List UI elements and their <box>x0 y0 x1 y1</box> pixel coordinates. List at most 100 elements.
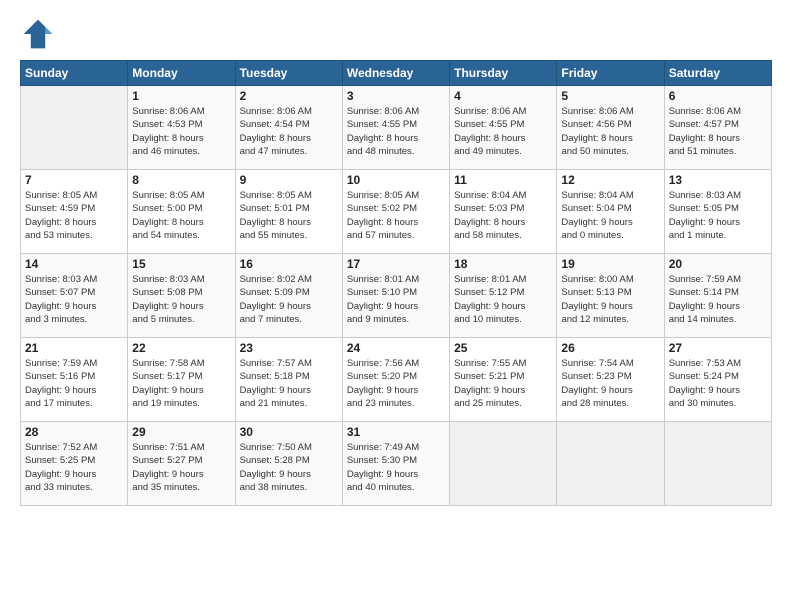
calendar-cell: 31 Sunrise: 7:49 AM Sunset: 5:30 PM Dayli… <box>342 422 449 506</box>
page: SundayMondayTuesdayWednesdayThursdayFrid… <box>0 0 792 612</box>
day-info: Sunrise: 8:06 AM Sunset: 4:57 PM Dayligh… <box>669 105 767 158</box>
day-info: Sunrise: 8:06 AM Sunset: 4:55 PM Dayligh… <box>454 105 552 158</box>
calendar-cell: 17 Sunrise: 8:01 AM Sunset: 5:10 PM Dayli… <box>342 254 449 338</box>
day-info: Sunrise: 8:03 AM Sunset: 5:05 PM Dayligh… <box>669 189 767 242</box>
day-info: Sunrise: 7:51 AM Sunset: 5:27 PM Dayligh… <box>132 441 230 494</box>
calendar-cell: 18 Sunrise: 8:01 AM Sunset: 5:12 PM Dayli… <box>450 254 557 338</box>
calendar-cell: 13 Sunrise: 8:03 AM Sunset: 5:05 PM Dayli… <box>664 170 771 254</box>
calendar-cell: 30Sunrise: 7:50 AM Sunset: 5:28 PM Dayli… <box>235 422 342 506</box>
logo-icon <box>20 16 56 52</box>
calendar-cell: 11Sunrise: 8:04 AM Sunset: 5:03 PM Dayli… <box>450 170 557 254</box>
day-info: Sunrise: 8:01 AM Sunset: 5:10 PM Dayligh… <box>347 273 445 326</box>
day-number: 16 <box>240 257 338 271</box>
calendar-cell: 20Sunrise: 7:59 AM Sunset: 5:14 PM Dayli… <box>664 254 771 338</box>
day-number: 27 <box>669 341 767 355</box>
day-number: 14 <box>25 257 123 271</box>
calendar-cell: 23 Sunrise: 7:57 AM Sunset: 5:18 PM Dayli… <box>235 338 342 422</box>
header-day-friday: Friday <box>557 61 664 86</box>
day-number: 3 <box>347 89 445 103</box>
day-number: 26 <box>561 341 659 355</box>
day-info: Sunrise: 8:05 AM Sunset: 5:00 PM Dayligh… <box>132 189 230 242</box>
calendar-cell: 27 Sunrise: 7:53 AM Sunset: 5:24 PM Dayli… <box>664 338 771 422</box>
header-day-tuesday: Tuesday <box>235 61 342 86</box>
calendar-cell: 12Sunrise: 8:04 AM Sunset: 5:04 PM Dayli… <box>557 170 664 254</box>
day-info: Sunrise: 8:06 AM Sunset: 4:55 PM Dayligh… <box>347 105 445 158</box>
calendar-cell: 16 Sunrise: 8:02 AM Sunset: 5:09 PM Dayli… <box>235 254 342 338</box>
day-info: Sunrise: 8:06 AM Sunset: 4:53 PM Dayligh… <box>132 105 230 158</box>
calendar-cell: 4 Sunrise: 8:06 AM Sunset: 4:55 PM Daylig… <box>450 86 557 170</box>
header-day-sunday: Sunday <box>21 61 128 86</box>
day-number: 8 <box>132 173 230 187</box>
calendar-cell <box>21 86 128 170</box>
day-info: Sunrise: 8:05 AM Sunset: 5:01 PM Dayligh… <box>240 189 338 242</box>
calendar-cell: 5 Sunrise: 8:06 AM Sunset: 4:56 PM Daylig… <box>557 86 664 170</box>
day-number: 15 <box>132 257 230 271</box>
week-row-5: 28 Sunrise: 7:52 AM Sunset: 5:25 PM Dayli… <box>21 422 772 506</box>
day-info: Sunrise: 7:54 AM Sunset: 5:23 PM Dayligh… <box>561 357 659 410</box>
day-info: Sunrise: 7:53 AM Sunset: 5:24 PM Dayligh… <box>669 357 767 410</box>
day-info: Sunrise: 7:58 AM Sunset: 5:17 PM Dayligh… <box>132 357 230 410</box>
day-info: Sunrise: 7:49 AM Sunset: 5:30 PM Dayligh… <box>347 441 445 494</box>
calendar-cell: 6 Sunrise: 8:06 AM Sunset: 4:57 PM Daylig… <box>664 86 771 170</box>
day-number: 23 <box>240 341 338 355</box>
logo <box>20 16 60 52</box>
day-info: Sunrise: 7:56 AM Sunset: 5:20 PM Dayligh… <box>347 357 445 410</box>
calendar-cell <box>664 422 771 506</box>
day-number: 1 <box>132 89 230 103</box>
calendar-cell: 29 Sunrise: 7:51 AM Sunset: 5:27 PM Dayli… <box>128 422 235 506</box>
day-info: Sunrise: 7:55 AM Sunset: 5:21 PM Dayligh… <box>454 357 552 410</box>
calendar-table: SundayMondayTuesdayWednesdayThursdayFrid… <box>20 60 772 506</box>
calendar-cell: 7Sunrise: 8:05 AM Sunset: 4:59 PM Daylig… <box>21 170 128 254</box>
week-row-4: 21 Sunrise: 7:59 AM Sunset: 5:16 PM Dayli… <box>21 338 772 422</box>
calendar-cell <box>450 422 557 506</box>
calendar-cell: 22 Sunrise: 7:58 AM Sunset: 5:17 PM Dayli… <box>128 338 235 422</box>
day-number: 22 <box>132 341 230 355</box>
calendar-cell <box>557 422 664 506</box>
day-info: Sunrise: 7:50 AM Sunset: 5:28 PM Dayligh… <box>240 441 338 494</box>
day-number: 21 <box>25 341 123 355</box>
day-number: 20 <box>669 257 767 271</box>
day-info: Sunrise: 8:06 AM Sunset: 4:56 PM Dayligh… <box>561 105 659 158</box>
day-info: Sunrise: 8:02 AM Sunset: 5:09 PM Dayligh… <box>240 273 338 326</box>
calendar-cell: 2Sunrise: 8:06 AM Sunset: 4:54 PM Daylig… <box>235 86 342 170</box>
day-number: 13 <box>669 173 767 187</box>
week-row-3: 14Sunrise: 8:03 AM Sunset: 5:07 PM Dayli… <box>21 254 772 338</box>
calendar-cell: 8 Sunrise: 8:05 AM Sunset: 5:00 PM Daylig… <box>128 170 235 254</box>
day-number: 18 <box>454 257 552 271</box>
day-number: 4 <box>454 89 552 103</box>
day-number: 17 <box>347 257 445 271</box>
day-number: 10 <box>347 173 445 187</box>
day-number: 5 <box>561 89 659 103</box>
day-number: 28 <box>25 425 123 439</box>
header-day-wednesday: Wednesday <box>342 61 449 86</box>
header-row: SundayMondayTuesdayWednesdayThursdayFrid… <box>21 61 772 86</box>
day-info: Sunrise: 8:06 AM Sunset: 4:54 PM Dayligh… <box>240 105 338 158</box>
day-info: Sunrise: 8:05 AM Sunset: 5:02 PM Dayligh… <box>347 189 445 242</box>
header-day-monday: Monday <box>128 61 235 86</box>
day-number: 9 <box>240 173 338 187</box>
day-number: 6 <box>669 89 767 103</box>
calendar-cell: 3 Sunrise: 8:06 AM Sunset: 4:55 PM Daylig… <box>342 86 449 170</box>
day-info: Sunrise: 7:59 AM Sunset: 5:16 PM Dayligh… <box>25 357 123 410</box>
day-info: Sunrise: 8:00 AM Sunset: 5:13 PM Dayligh… <box>561 273 659 326</box>
header-day-saturday: Saturday <box>664 61 771 86</box>
week-row-1: 1 Sunrise: 8:06 AM Sunset: 4:53 PM Daylig… <box>21 86 772 170</box>
day-info: Sunrise: 7:57 AM Sunset: 5:18 PM Dayligh… <box>240 357 338 410</box>
day-number: 25 <box>454 341 552 355</box>
week-row-2: 7Sunrise: 8:05 AM Sunset: 4:59 PM Daylig… <box>21 170 772 254</box>
calendar-cell: 25 Sunrise: 7:55 AM Sunset: 5:21 PM Dayli… <box>450 338 557 422</box>
calendar-cell: 24Sunrise: 7:56 AM Sunset: 5:20 PM Dayli… <box>342 338 449 422</box>
day-info: Sunrise: 7:52 AM Sunset: 5:25 PM Dayligh… <box>25 441 123 494</box>
calendar-cell: 1 Sunrise: 8:06 AM Sunset: 4:53 PM Daylig… <box>128 86 235 170</box>
day-number: 12 <box>561 173 659 187</box>
header-day-thursday: Thursday <box>450 61 557 86</box>
day-info: Sunrise: 8:03 AM Sunset: 5:08 PM Dayligh… <box>132 273 230 326</box>
day-info: Sunrise: 8:01 AM Sunset: 5:12 PM Dayligh… <box>454 273 552 326</box>
day-number: 29 <box>132 425 230 439</box>
calendar-cell: 10 Sunrise: 8:05 AM Sunset: 5:02 PM Dayli… <box>342 170 449 254</box>
calendar-cell: 21 Sunrise: 7:59 AM Sunset: 5:16 PM Dayli… <box>21 338 128 422</box>
calendar-cell: 26 Sunrise: 7:54 AM Sunset: 5:23 PM Dayli… <box>557 338 664 422</box>
calendar-cell: 15 Sunrise: 8:03 AM Sunset: 5:08 PM Dayli… <box>128 254 235 338</box>
day-number: 11 <box>454 173 552 187</box>
day-number: 31 <box>347 425 445 439</box>
